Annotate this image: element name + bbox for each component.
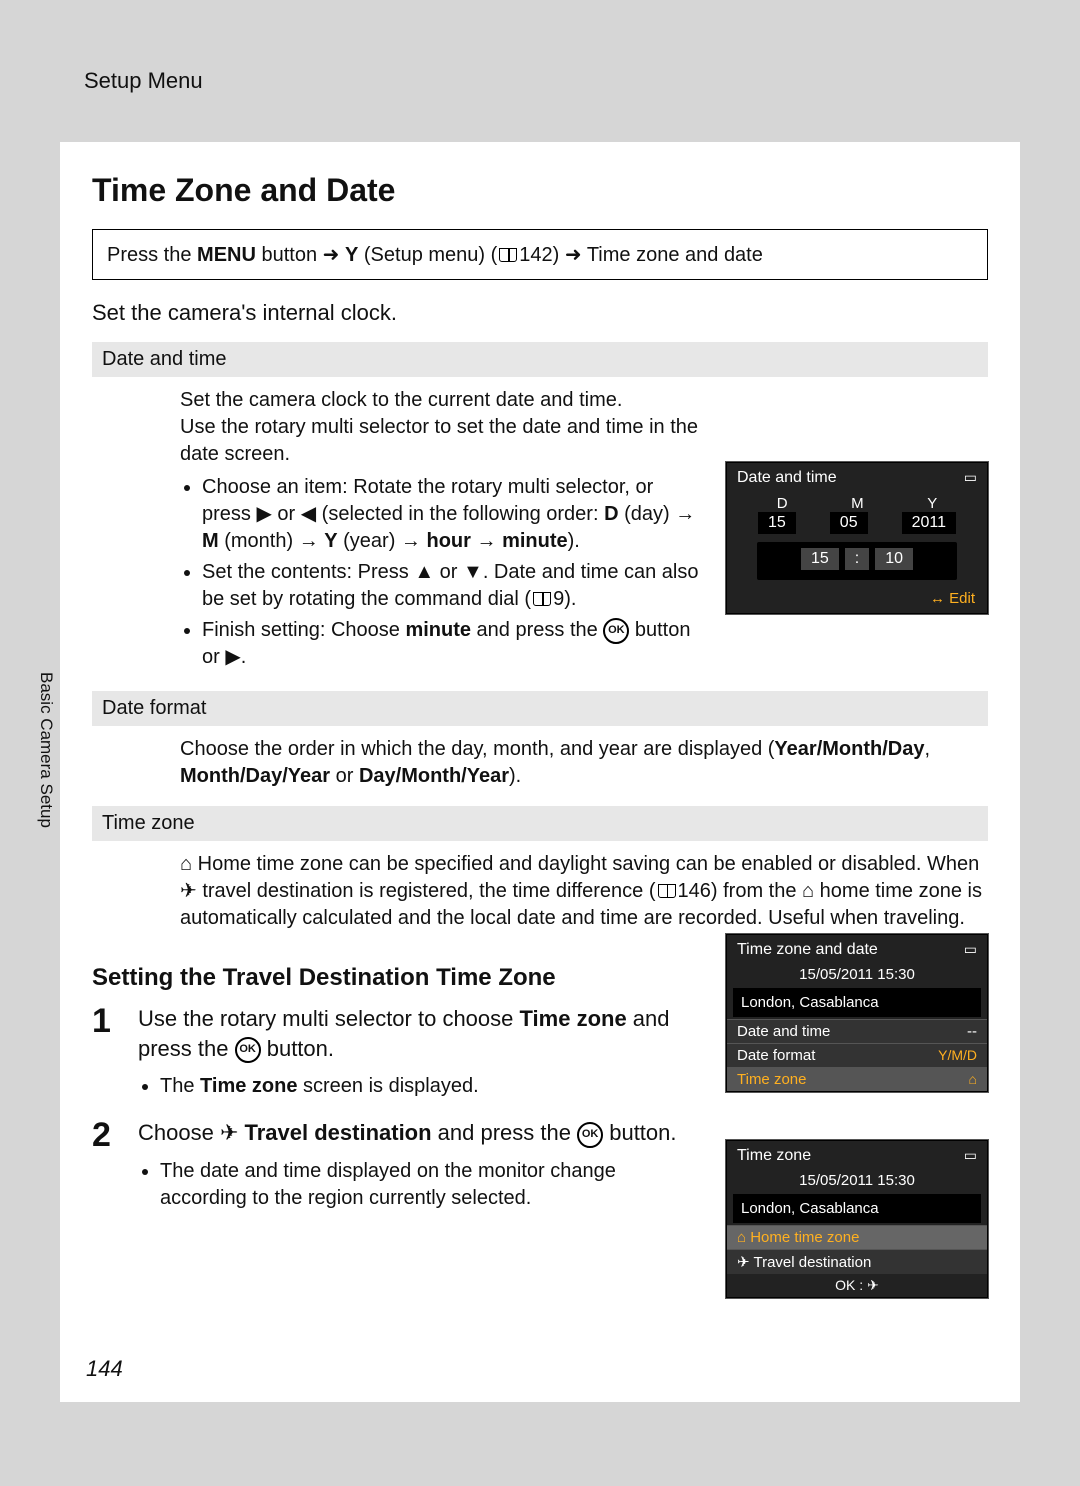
lcd2-item-time-zone: Time zone⌂ (727, 1067, 987, 1091)
sec1-p2: Use the rotary multi selector to set the… (180, 414, 700, 468)
lcd3-footer: OK : ✈ (727, 1274, 987, 1297)
section-header-time-zone: Time zone (92, 806, 988, 841)
ok-icon: OK (235, 1037, 261, 1063)
book-icon (658, 884, 676, 898)
sec2-body: Choose the order in which the day, month… (92, 726, 988, 800)
sec3-body: ⌂ Home time zone can be specified and da… (92, 841, 988, 942)
ok-icon: OK (603, 618, 629, 644)
section-header-date-format: Date format (92, 691, 988, 726)
lcd3-item-travel: ✈ Travel destination (727, 1249, 987, 1274)
sec1-bullet2: Set the contents: Press ▲ or ▼. Date and… (202, 559, 700, 613)
intro-text: Set the camera's internal clock. (92, 300, 988, 326)
lcd2-item-date-format: Date formatY/M/D (727, 1043, 987, 1067)
book-icon (533, 592, 551, 606)
wrench-icon: Y (345, 244, 358, 266)
lcd3-title: Time zone (737, 1147, 811, 1164)
page-number: 144 (86, 1356, 123, 1382)
lcd1-edit: ↔ Edit (727, 590, 987, 613)
section-header-date-time: Date and time (92, 342, 988, 377)
lcd-time-zone: Time zone▭ 15/05/2011 15:30 London, Casa… (726, 1140, 988, 1298)
lcd-time-zone-date: Time zone and date▭ 15/05/2011 15:30 Lon… (726, 934, 988, 1092)
battery-icon: ▭ (964, 941, 977, 958)
page-title: Time Zone and Date (92, 172, 988, 209)
side-caption: Basic Camera Setup (36, 672, 56, 828)
battery-icon: ▭ (964, 1147, 977, 1164)
lcd-date-time: Date and time▭ DMY 15052011 15:10 ↔ Edit (726, 462, 988, 614)
ok-icon: OK (577, 1122, 603, 1148)
lcd1-title: Date and time (737, 469, 837, 486)
lcd2-item-date-time: Date and time-- (727, 1019, 987, 1043)
lcd2-title: Time zone and date (737, 941, 878, 958)
menu-label: MENU (197, 244, 256, 266)
sec1-p1: Set the camera clock to the current date… (180, 387, 700, 414)
sec1-bullet1: Choose an item: Rotate the rotary multi … (202, 474, 700, 555)
lcd3-item-home: ⌂ Home time zone (727, 1225, 987, 1249)
sec1-bullet3: Finish setting: Choose minute and press … (202, 617, 700, 671)
nav-path: Press the MENU button ➜ Y (Setup menu) (… (92, 229, 988, 280)
book-icon (499, 248, 517, 262)
breadcrumb: Setup Menu (84, 68, 1020, 94)
battery-icon: ▭ (964, 469, 977, 486)
